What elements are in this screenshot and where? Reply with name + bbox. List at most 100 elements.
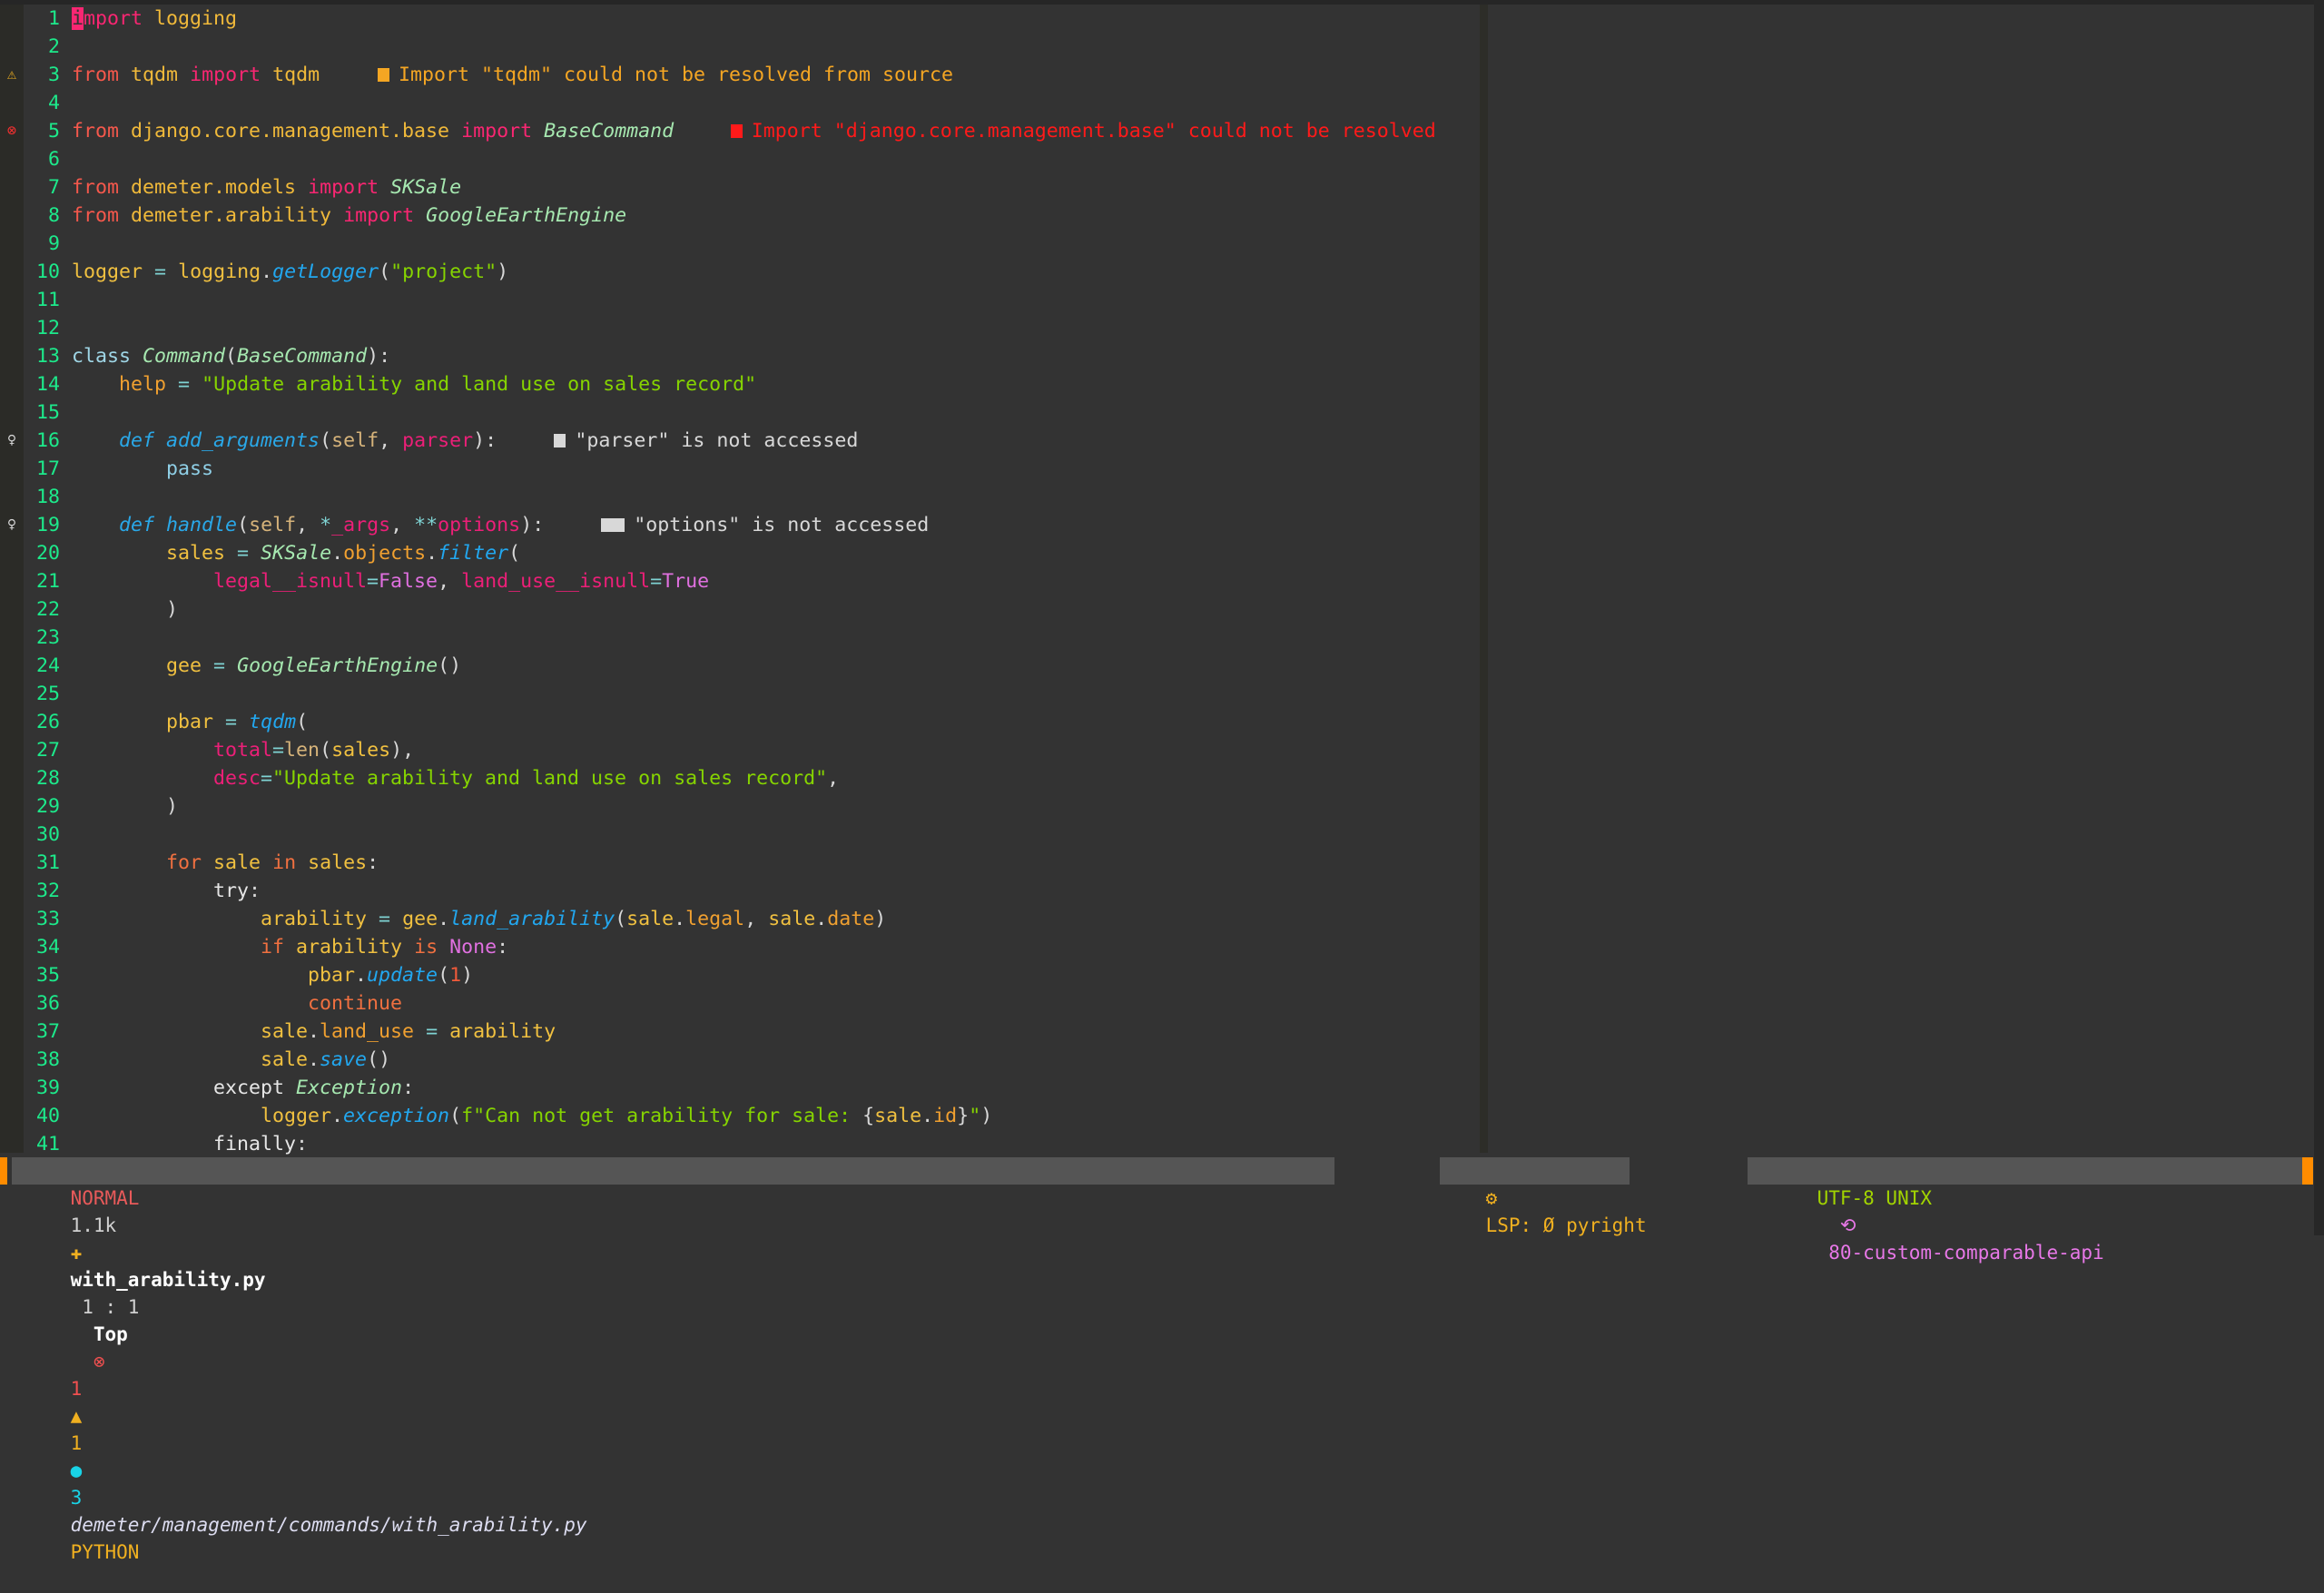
line-content[interactable]: ) — [72, 595, 178, 624]
code-line[interactable]: 37 sale.land_use = arability — [0, 1018, 2306, 1046]
line-content[interactable]: from demeter.models import SKSale — [72, 173, 461, 202]
line-content[interactable]: from django.core.management.base import … — [72, 117, 674, 145]
code-line[interactable]: 39 except Exception: — [0, 1074, 2306, 1102]
line-content[interactable]: pbar = tqdm( — [72, 708, 308, 736]
code-line[interactable]: 16 def add_arguments(self, parser): ♀ "par… — [0, 427, 2306, 455]
code-line[interactable]: 17 pass — [0, 455, 2306, 483]
code-token: : — [249, 880, 261, 902]
line-content[interactable]: class Command(BaseCommand): — [72, 342, 390, 370]
diagnostic-message: Import "django.core.management.base" cou… — [751, 120, 1436, 143]
code-token: SKSale — [390, 176, 462, 199]
lightbulb-icon[interactable]: ♀ — [0, 427, 24, 455]
code-line[interactable]: 24 gee = GoogleEarthEngine() — [0, 652, 2306, 680]
line-content[interactable]: import logging — [72, 5, 237, 33]
code-token: sales — [166, 542, 226, 565]
line-content[interactable]: pbar.update(1) — [72, 961, 473, 989]
error-count[interactable]: 1 — [71, 1378, 83, 1400]
code-line[interactable]: 34 if arability is None: — [0, 933, 2306, 961]
code-line[interactable]: 28 desc="Update arability and land use o… — [0, 764, 2306, 792]
line-content[interactable]: desc="Update arability and land use on s… — [72, 764, 839, 792]
info-count[interactable]: 3 — [71, 1487, 83, 1509]
code-token: BaseCommand — [237, 345, 368, 368]
code-line[interactable]: 23 — [0, 624, 2306, 652]
line-content[interactable]: if arability is None: — [72, 933, 508, 961]
line-content[interactable]: ) — [72, 792, 178, 821]
code-line[interactable]: 5 from django.core.management.base import… — [0, 117, 2306, 145]
code-line[interactable]: 7 from demeter.models import SKSale — [0, 173, 2306, 202]
code-token: tqdm — [249, 711, 297, 733]
code-line[interactable]: 6 — [0, 145, 2306, 173]
line-content[interactable]: total=len(sales), — [72, 736, 414, 764]
code-line[interactable]: 20 sales = SKSale.objects.filter( — [0, 539, 2306, 567]
line-content[interactable]: from tqdm import tqdm — [72, 61, 320, 89]
code-line[interactable]: 3 from tqdm import tqdm ⚠ Import "tqdm" cou… — [0, 61, 2306, 89]
code-line[interactable]: 15 — [0, 398, 2306, 427]
code-line[interactable]: 25 — [0, 680, 2306, 708]
code-line[interactable]: 36 continue — [0, 989, 2306, 1018]
code-line[interactable]: 2 — [0, 33, 2306, 61]
code-line[interactable]: 22 ) — [0, 595, 2306, 624]
code-token: = — [213, 654, 226, 677]
code-token: SKSale — [261, 542, 332, 565]
code-line[interactable]: 32 try: — [0, 877, 2306, 905]
code-line[interactable]: 26 pbar = tqdm( — [0, 708, 2306, 736]
line-content[interactable]: arability = gee.land_arability(sale.lega… — [72, 905, 886, 933]
line-content[interactable]: continue — [72, 989, 402, 1018]
line-number: 20 — [35, 542, 60, 565]
code-line[interactable]: 10 logger = logging.getLogger("project") — [0, 258, 2306, 286]
line-content[interactable]: logger.exception(f"Can not get arability… — [72, 1102, 992, 1130]
code-line[interactable]: 1 import logging — [0, 5, 2306, 33]
code-line[interactable]: 38 sale.save() — [0, 1046, 2306, 1074]
line-content[interactable]: sale.land_use = arability — [72, 1018, 556, 1046]
code-line[interactable]: 31 for sale in sales: — [0, 849, 2306, 877]
line-content[interactable]: from demeter.arability import GoogleEart… — [72, 202, 626, 230]
lightbulb-icon[interactable]: ♀ — [0, 511, 24, 539]
line-content[interactable]: logger = logging.getLogger("project") — [72, 258, 508, 286]
line-content[interactable]: gee = GoogleEarthEngine() — [72, 652, 461, 680]
code-token: pbar — [308, 964, 356, 987]
line-content[interactable]: def add_arguments(self, parser): — [72, 427, 497, 455]
code-line[interactable]: 8 from demeter.arability import GoogleEar… — [0, 202, 2306, 230]
code-line[interactable]: 21 legal__isnull=False, land_use__isnull… — [0, 567, 2306, 595]
line-content[interactable]: pass — [72, 455, 213, 483]
code-line[interactable]: 14 help = "Update arability and land use… — [0, 370, 2306, 398]
lsp-status[interactable]: LSP: Ø pyright — [1486, 1214, 1647, 1236]
line-content[interactable]: legal__isnull=False, land_use__isnull=Tr… — [72, 567, 709, 595]
code-line[interactable]: 9 — [0, 230, 2306, 258]
code-line[interactable]: 30 — [0, 821, 2306, 849]
warning-count[interactable]: 1 — [71, 1432, 83, 1454]
line-content[interactable]: finally: — [72, 1130, 308, 1158]
line-content[interactable]: try: — [72, 877, 261, 905]
diagnostic-error: Import "django.core.management.base" cou… — [730, 117, 1436, 145]
code-token: ) — [166, 598, 179, 621]
code-line[interactable]: 11 — [0, 286, 2306, 314]
line-content[interactable]: def handle(self, *_args, **options): — [72, 511, 544, 539]
code-line[interactable]: 12 — [0, 314, 2306, 342]
code-line[interactable]: 40 logger.exception(f"Can not get arabil… — [0, 1102, 2306, 1130]
code-line[interactable]: 41 finally: — [0, 1130, 2306, 1158]
code-token: . — [674, 908, 686, 930]
line-content[interactable]: help = "Update arability and land use on… — [72, 370, 756, 398]
line-content[interactable]: except Exception: — [72, 1074, 414, 1102]
line-number: 9 — [47, 232, 60, 255]
line-number: 10 — [35, 261, 60, 283]
error-icon[interactable]: ⊗ — [0, 117, 24, 145]
code-token: id — [933, 1105, 958, 1127]
code-line[interactable]: 27 total=len(sales), — [0, 736, 2306, 764]
git-branch: 80-custom-comparable-api — [1828, 1242, 2104, 1264]
line-content[interactable]: sale.save() — [72, 1046, 390, 1074]
line-content[interactable]: sales = SKSale.objects.filter( — [72, 539, 520, 567]
code-line[interactable]: 4 — [0, 89, 2306, 117]
diagnostic-marker-icon — [730, 124, 743, 138]
code-line[interactable]: 29 ) — [0, 792, 2306, 821]
code-line[interactable]: 19 def handle(self, *_args, **options): ♀… — [0, 511, 2306, 539]
code-line[interactable]: 35 pbar.update(1) — [0, 961, 2306, 989]
file-path: demeter/management/commands/with_arabili… — [70, 1514, 587, 1536]
code-line[interactable]: 33 arability = gee.land_arability(sale.l… — [0, 905, 2306, 933]
code-line[interactable]: 13 class Command(BaseCommand): — [0, 342, 2306, 370]
warning-icon[interactable]: ⚠ — [0, 61, 24, 89]
code-line[interactable]: 18 — [0, 483, 2306, 511]
line-content[interactable]: for sale in sales: — [72, 849, 379, 877]
